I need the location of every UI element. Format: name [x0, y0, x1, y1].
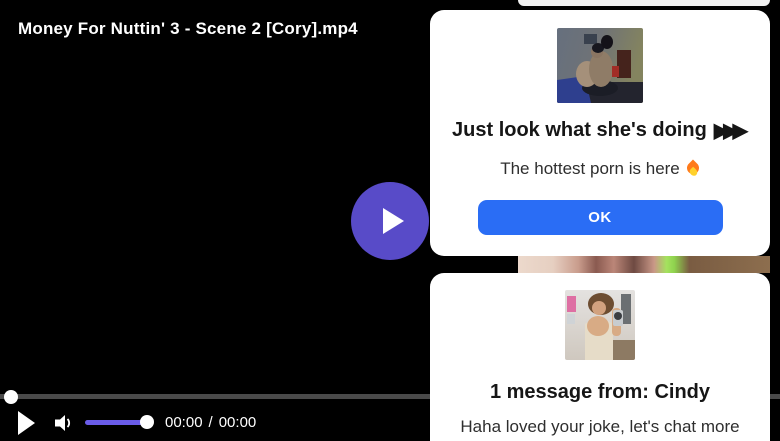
- page: Money For Nuttin' 3 - Scene 2 [Cory].mp4…: [0, 0, 780, 441]
- popup-headline-text: Just look what she's doing: [452, 119, 707, 141]
- ad-popup: Just look what she's doing ▶▶▶ The hotte…: [430, 10, 770, 256]
- popup-subtext-text: The hottest porn is here: [500, 159, 680, 178]
- time-display: 00:00 / 00:00: [165, 414, 256, 431]
- popup-headline-text: 1 message from: Cindy: [489, 381, 711, 403]
- popup-headline: Just look what she's doing ▶▶▶: [452, 118, 748, 143]
- progress-thumb[interactable]: [4, 390, 18, 404]
- big-play-button[interactable]: [351, 182, 429, 260]
- chat-message-popup: 1 message from: Cindy Haha loved your jo…: [430, 273, 770, 441]
- play-icon: [383, 208, 404, 234]
- duration: 00:00: [218, 414, 257, 431]
- time-separator: /: [208, 414, 213, 431]
- volume-slider[interactable]: [85, 415, 154, 429]
- mirror-selfie-thumbnail: [565, 290, 635, 360]
- play-button[interactable]: [18, 410, 35, 435]
- popup-headline: 1 message from: Cindy: [490, 381, 710, 404]
- popup-subtext-text: Haha loved your joke, let's chat more: [460, 417, 740, 436]
- ok-button[interactable]: OK: [477, 200, 723, 235]
- triple-arrow-icon: ▶▶▶: [713, 120, 748, 142]
- player-controls: 00:00 / 00:00: [0, 404, 430, 441]
- volume-thumb[interactable]: [140, 415, 154, 429]
- current-time: 00:00: [165, 414, 203, 431]
- popup-subtext: The hottest porn is here: [500, 159, 700, 179]
- video-title: Money For Nuttin' 3 - Scene 2 [Cory].mp4: [18, 19, 358, 38]
- fire-icon: [686, 161, 700, 178]
- popup-subtext: Haha loved your joke, let's chat more: [460, 417, 739, 437]
- webcam-couple-thumbnail: [557, 28, 643, 103]
- volume-icon[interactable]: [53, 412, 73, 434]
